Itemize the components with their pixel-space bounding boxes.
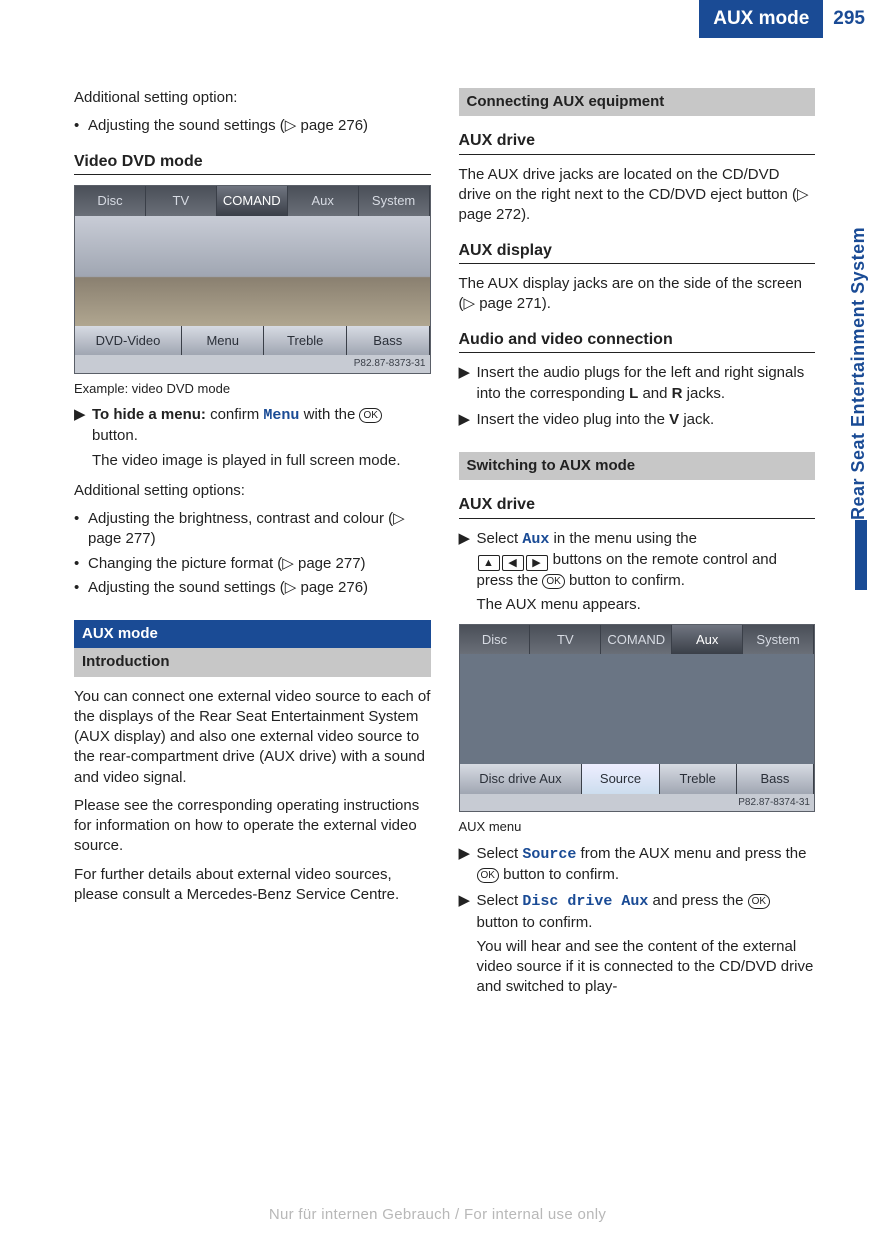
shot2-tab-comand: COMAND <box>601 625 672 655</box>
step-marker-icon: ▶ <box>459 363 477 404</box>
shot2-bot-bass: Bass <box>737 764 814 794</box>
up-arrow-key-icon: ▲ <box>478 555 500 571</box>
paragraph: Please see the corresponding operating i… <box>74 796 431 857</box>
shot2-bot-treble: Treble <box>660 764 737 794</box>
subsection-connecting: Connecting AUX equipment <box>459 88 816 116</box>
right-column: Connecting AUX equipment AUX drive The A… <box>459 88 816 1006</box>
shot2-ref: P82.87-8374-31 <box>460 794 815 812</box>
step-text: Select Source from the AUX menu and pres… <box>477 844 816 886</box>
ok-icon: OK <box>359 408 381 423</box>
shot2-bot-discdriveaux: Disc drive Aux <box>460 764 583 794</box>
step-text: Select Aux in the menu using the ▲◀▶ but… <box>477 529 816 592</box>
shot1-tab-system: System <box>359 186 430 216</box>
step-marker-icon: ▶ <box>74 405 92 447</box>
paragraph: For further details about external video… <box>74 865 431 906</box>
shot2-tab-aux: Aux <box>672 625 743 655</box>
bullet-icon: • <box>74 116 88 136</box>
shot1-tab-comand: COMAND <box>217 186 288 216</box>
step-select-aux: ▶ Select Aux in the menu using the ▲◀▶ b… <box>459 529 816 592</box>
paragraph: The AUX display jacks are on the side of… <box>459 274 816 315</box>
step-text: Insert the video plug into the V jack. <box>477 410 715 430</box>
step-marker-icon: ▶ <box>459 891 477 933</box>
page-header: AUX mode 295 <box>0 0 875 38</box>
step-result: You will hear and see the content of the… <box>477 937 816 998</box>
step-text: To hide a menu: confirm Menu with the OK… <box>92 405 431 447</box>
caption: Example: video DVD mode <box>74 380 431 398</box>
shot1-bot-menu: Menu <box>182 326 265 356</box>
bullet-item: • Adjusting the sound settings (▷ page 2… <box>74 116 431 136</box>
step-insert-audio: ▶ Insert the audio plugs for the left an… <box>459 363 816 404</box>
step-select-disc-drive-aux: ▶ Select Disc drive Aux and press the OK… <box>459 891 816 933</box>
left-arrow-key-icon: ◀ <box>502 555 524 571</box>
section-aux-mode: AUX mode <box>74 620 431 648</box>
step-result: The AUX menu appears. <box>477 595 816 615</box>
side-tab-label: Rear Seat Entertainment System <box>848 160 869 520</box>
screenshot-aux-menu: Disc TV COMAND Aux System Disc drive Aux… <box>459 624 816 813</box>
subsection-switching: Switching to AUX mode <box>459 452 816 480</box>
heading-av-connection: Audio and video connection <box>459 329 816 354</box>
menu-term: Aux <box>522 531 549 548</box>
page-number: 295 <box>823 0 875 38</box>
heading-video-dvd: Video DVD mode <box>74 151 431 176</box>
menu-term: Menu <box>263 407 299 424</box>
text: Additional setting options: <box>74 481 431 501</box>
shot2-tab-disc: Disc <box>460 625 531 655</box>
bullet-item: •Adjusting the brightness, contrast and … <box>74 509 431 550</box>
shot2-bot-source: Source <box>582 764 659 794</box>
step-text: Insert the audio plugs for the left and … <box>477 363 816 404</box>
ok-icon: OK <box>477 868 499 883</box>
left-column: Additional setting option: • Adjusting t… <box>74 88 431 1006</box>
step-select-source: ▶ Select Source from the AUX menu and pr… <box>459 844 816 886</box>
shot1-tab-tv: TV <box>146 186 217 216</box>
shot1-bot-bass: Bass <box>347 326 430 356</box>
shot2-tab-tv: TV <box>530 625 601 655</box>
shot1-bot-dvdvideo: DVD-Video <box>75 326 182 356</box>
step-text: Select Disc drive Aux and press the OK b… <box>477 891 771 933</box>
side-strip-top <box>855 520 867 590</box>
watermark: Nur für internen Gebrauch / For internal… <box>0 1206 875 1223</box>
shot1-tab-aux: Aux <box>288 186 359 216</box>
paragraph: You can connect one external video sourc… <box>74 687 431 788</box>
bullet-text: Adjusting the sound settings (▷ page 276… <box>88 116 368 136</box>
menu-term: Disc drive Aux <box>522 893 648 910</box>
step-hide-menu: ▶ To hide a menu: confirm Menu with the … <box>74 405 431 447</box>
step-marker-icon: ▶ <box>459 844 477 886</box>
caption: AUX menu <box>459 818 816 836</box>
shot2-tab-system: System <box>743 625 814 655</box>
shot1-bot-treble: Treble <box>264 326 347 356</box>
heading-aux-display: AUX display <box>459 240 816 265</box>
step-marker-icon: ▶ <box>459 529 477 592</box>
step-result: The video image is played in full screen… <box>92 451 431 471</box>
heading-aux-drive: AUX drive <box>459 130 816 155</box>
shot1-ref: P82.87-8373-31 <box>75 355 430 373</box>
header-title: AUX mode <box>699 0 823 38</box>
heading-aux-drive-2: AUX drive <box>459 494 816 519</box>
bullet-item: •Adjusting the sound settings (▷ page 27… <box>74 578 431 598</box>
screenshot-video-dvd: Disc TV COMAND Aux System DVD-Video Menu… <box>74 185 431 374</box>
menu-term: Source <box>522 846 576 863</box>
shot1-tab-disc: Disc <box>75 186 146 216</box>
paragraph: The AUX drive jacks are located on the C… <box>459 165 816 226</box>
text: Additional setting option: <box>74 88 431 108</box>
subsection-introduction: Introduction <box>74 648 431 676</box>
ok-icon: OK <box>542 574 564 589</box>
right-arrow-key-icon: ▶ <box>526 555 548 571</box>
step-marker-icon: ▶ <box>459 410 477 430</box>
step-insert-video: ▶ Insert the video plug into the V jack. <box>459 410 816 430</box>
ok-icon: OK <box>748 894 770 909</box>
bullet-item: •Changing the picture format (▷ page 277… <box>74 554 431 574</box>
